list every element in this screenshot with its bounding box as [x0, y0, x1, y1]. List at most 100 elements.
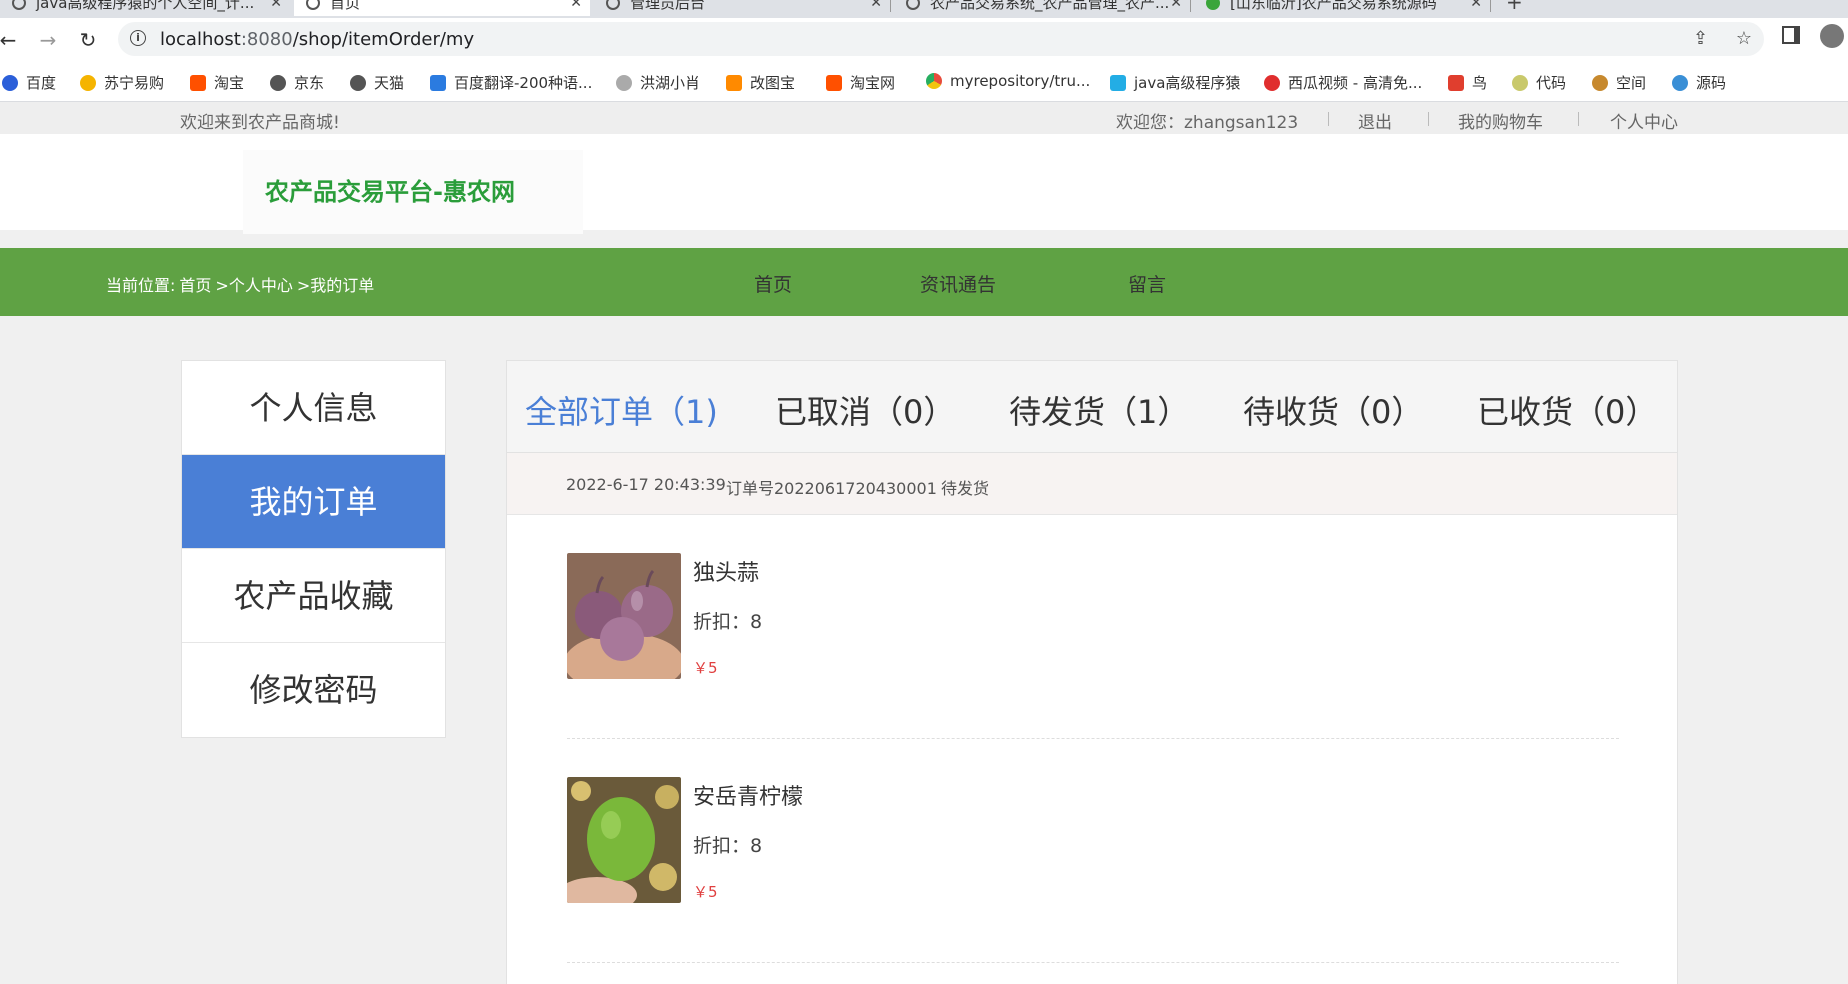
cart-link[interactable]: 我的购物车: [1458, 108, 1543, 133]
nav-home[interactable]: 首页: [754, 270, 792, 297]
close-icon[interactable]: ✕: [870, 0, 882, 16]
bookmark-label: 鸟: [1472, 74, 1488, 92]
site-info-icon[interactable]: i: [130, 30, 146, 46]
space-icon: [1592, 75, 1608, 91]
tab-separator: [1190, 0, 1191, 12]
close-icon[interactable]: ✕: [270, 0, 282, 16]
order-number: 订单号2022061720430001: [726, 479, 937, 498]
bookmark-item[interactable]: 空间: [1592, 72, 1646, 93]
bookmark-item[interactable]: 百度: [2, 72, 56, 93]
breadcrumb-user-center[interactable]: >个人中心: [215, 276, 292, 295]
url-host: localhost: [160, 29, 241, 50]
bookmark-item[interactable]: myrepository/tru...: [926, 72, 1090, 90]
bookmark-label: 百度翻译-200种语...: [454, 74, 593, 92]
user-center-link[interactable]: 个人中心: [1610, 108, 1678, 133]
divider: [1578, 112, 1579, 126]
breadcrumb-my-orders: >我的订单: [296, 276, 375, 295]
bookmark-item[interactable]: 苏宁易购: [80, 72, 164, 93]
bookmark-label: 苏宁易购: [104, 74, 165, 92]
logout-link[interactable]: 退出: [1358, 108, 1392, 133]
close-icon[interactable]: ✕: [1470, 0, 1482, 16]
browser-tab-active[interactable]: 首页 ✕: [294, 0, 590, 16]
site-logo[interactable]: 农产品交易平台-惠农网: [243, 150, 583, 234]
bookmark-item[interactable]: 百度翻译-200种语...: [430, 72, 592, 93]
browser-tab[interactable]: [山东临沂]农产品交易系统源码 ✕: [1194, 0, 1490, 16]
bookmark-star-icon[interactable]: ☆: [1736, 28, 1752, 49]
url-omnibox[interactable]: i localhost:8080/shop/itemOrder/my ⇪ ☆: [118, 22, 1764, 56]
browser-tab-strip: java高级程序猿的个人空间_计... ✕ 首页 ✕ 管理员后台 ✕ 农产品交易…: [0, 0, 1848, 18]
taobao-icon: [190, 75, 206, 91]
play-icon: [1264, 75, 1280, 91]
logo-text: 农产品交易平台-惠农网: [265, 178, 515, 206]
close-icon[interactable]: ✕: [570, 0, 582, 16]
tab-pending-receipt[interactable]: 待收货（0）: [1243, 387, 1423, 433]
browser-tab[interactable]: 农产品交易系统_农产品管理_农产... ✕: [894, 0, 1190, 16]
new-tab-icon[interactable]: +: [1506, 0, 1523, 14]
tab-all-orders[interactable]: 全部订单（1): [525, 387, 718, 433]
profile-avatar-icon[interactable]: [1820, 24, 1844, 48]
forward-arrow-icon[interactable]: →: [36, 28, 60, 52]
bookmark-label: myrepository/tru...: [950, 72, 1091, 90]
back-arrow-icon[interactable]: ←: [0, 28, 20, 52]
product-image-lime[interactable]: [567, 777, 681, 903]
browser-tab[interactable]: java高级程序猿的个人空间_计... ✕: [0, 0, 290, 16]
bookmark-item[interactable]: 源码: [1672, 72, 1726, 93]
image-icon: [726, 75, 742, 91]
globe-icon: [350, 75, 366, 91]
taobao-icon: [826, 75, 842, 91]
page: 欢迎来到农产品商城! 欢迎您：zhangsan123 退出 我的购物车 个人中心…: [0, 102, 1848, 984]
address-bar-row: ← → ↻ i localhost:8080/shop/itemOrder/my…: [0, 18, 1848, 62]
sidebar-item-change-password[interactable]: 修改密码: [182, 643, 445, 737]
side-panel-icon[interactable]: [1782, 26, 1800, 44]
share-icon[interactable]: ⇪: [1693, 28, 1708, 49]
bookmark-item[interactable]: 改图宝: [726, 72, 795, 93]
order-time: 2022-6-17 20:43:39: [566, 475, 726, 494]
tab-pending-shipment[interactable]: 待发货（1）: [1009, 387, 1189, 433]
code-icon: [1672, 75, 1688, 91]
url-path: /shop/itemOrder/my: [292, 29, 475, 50]
lion-icon: [80, 75, 96, 91]
bookmark-label: 源码: [1696, 74, 1727, 92]
bookmark-item[interactable]: 代码: [1512, 72, 1566, 93]
sidebar-item-profile[interactable]: 个人信息: [182, 361, 445, 455]
product-name[interactable]: 独头蒜: [693, 555, 759, 587]
product-discount: 折扣：8: [693, 611, 763, 633]
nav-news[interactable]: 资讯通告: [920, 270, 996, 297]
tab-received[interactable]: 已收货（0）: [1477, 387, 1657, 433]
product-price: ￥5: [693, 883, 718, 901]
close-icon[interactable]: ✕: [1170, 0, 1182, 16]
tab-title: java高级程序猿的个人空间_计...: [36, 0, 255, 12]
sidebar-item-my-orders[interactable]: 我的订单: [182, 455, 445, 549]
tab-separator: [1490, 0, 1491, 12]
globe-icon: [270, 75, 286, 91]
bookmark-item[interactable]: 淘宝网: [826, 72, 895, 93]
order-tabs: 全部订单（1) 已取消（0） 待发货（1） 待收货（0） 已收货（0）: [507, 361, 1677, 453]
bookmark-item[interactable]: 洪湖小肖: [616, 72, 700, 93]
url-text[interactable]: localhost:8080/shop/itemOrder/my: [160, 29, 474, 50]
product-name[interactable]: 安岳青柠檬: [693, 779, 803, 811]
nav-message[interactable]: 留言: [1128, 270, 1166, 297]
breadcrumb-home-link[interactable]: 首页: [179, 276, 211, 295]
paw-icon: [2, 75, 18, 91]
product-price: ￥5: [693, 659, 718, 677]
order-item[interactable]: 安岳青柠檬 折扣：8 ￥5: [567, 739, 1619, 963]
bookmark-item[interactable]: 京东: [270, 72, 324, 93]
order-item[interactable]: 独头蒜 折扣：8 ￥5: [567, 515, 1619, 739]
welcome-text: 欢迎来到农产品商城!: [180, 113, 340, 133]
bookmark-item[interactable]: 淘宝: [190, 72, 244, 93]
reload-icon[interactable]: ↻: [76, 28, 100, 52]
bookmark-item[interactable]: 天猫: [350, 72, 404, 93]
product-image-garlic[interactable]: [567, 553, 681, 679]
bookmark-item[interactable]: 西瓜视频 - 高清免...: [1264, 72, 1422, 93]
product-discount: 折扣：8: [693, 835, 763, 857]
tab-favicon-icon: [606, 0, 620, 10]
user-sidebar: 个人信息 我的订单 农产品收藏 修改密码: [181, 360, 446, 738]
sidebar-item-favorites[interactable]: 农产品收藏: [182, 549, 445, 643]
tab-title: 管理员后台: [630, 0, 706, 12]
bookmark-item[interactable]: java高级程序猿: [1110, 72, 1240, 93]
site-top-bar: 欢迎来到农产品商城! 欢迎您：zhangsan123 退出 我的购物车 个人中心: [0, 102, 1848, 134]
bookmark-item[interactable]: 鸟: [1448, 72, 1487, 93]
tab-cancelled[interactable]: 已取消（0）: [775, 387, 955, 433]
bookmark-label: 洪湖小肖: [640, 74, 701, 92]
browser-tab[interactable]: 管理员后台 ✕: [594, 0, 890, 16]
